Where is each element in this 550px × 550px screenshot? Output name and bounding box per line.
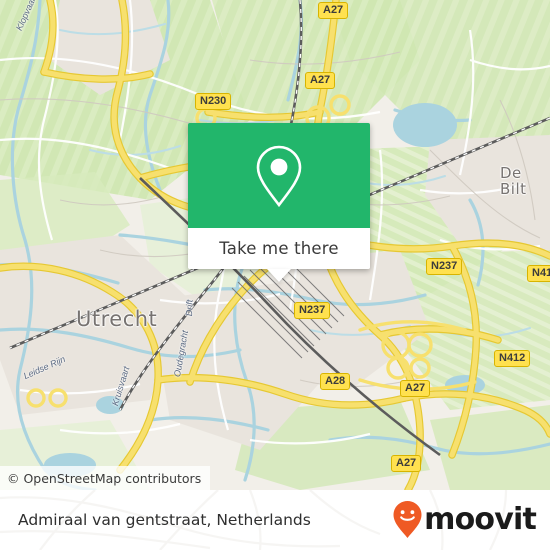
- road-shield-n41-edge[interactable]: N41: [527, 265, 550, 282]
- callout-pin-area: [188, 123, 370, 228]
- road-shield-a27-mid[interactable]: A27: [400, 380, 431, 397]
- road-shield-a27-upper[interactable]: A27: [305, 72, 336, 89]
- location-pin-icon: [256, 145, 302, 207]
- take-me-there-label: Take me there: [219, 239, 339, 258]
- road-shield-a27-north[interactable]: A27: [318, 2, 349, 19]
- road-shield-n237-east[interactable]: N237: [426, 258, 463, 275]
- callout-pointer: [267, 269, 291, 282]
- map-canvas[interactable]: Utrecht De Bilt Klopvaart Leidse Rijn Kr…: [0, 0, 550, 490]
- moovit-logo[interactable]: moovit: [392, 500, 537, 540]
- osm-attribution-text: © OpenStreetMap contributors: [7, 470, 202, 486]
- moovit-map-screenshot: Utrecht De Bilt Klopvaart Leidse Rijn Kr…: [0, 0, 550, 550]
- moovit-pin-smiley-icon: [393, 501, 422, 538]
- road-shield-a27-south[interactable]: A27: [391, 455, 422, 472]
- osm-attribution[interactable]: © OpenStreetMap contributors: [0, 466, 211, 490]
- address-label: Admiraal van gentstraat, Netherlands: [18, 511, 311, 529]
- road-shield-n237-center[interactable]: N237: [294, 302, 331, 319]
- take-me-there-button[interactable]: Take me there: [188, 228, 370, 282]
- moovit-wordmark: moovit: [424, 502, 537, 537]
- road-shield-a28[interactable]: A28: [320, 373, 351, 390]
- road-shield-n230[interactable]: N230: [195, 93, 232, 110]
- road-shield-n412[interactable]: N412: [494, 350, 531, 367]
- footer-bar: Admiraal van gentstraat, Netherlands moo…: [0, 490, 550, 550]
- location-callout-card[interactable]: Take me there: [188, 123, 370, 282]
